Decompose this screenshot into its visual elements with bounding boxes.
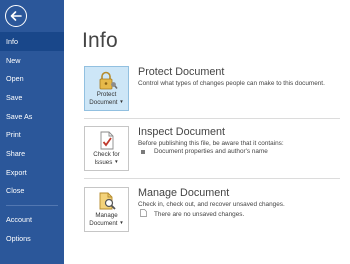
back-arrow-icon xyxy=(10,11,22,21)
protect-document-button[interactable]: Protect Document ▼ xyxy=(84,66,129,111)
inspect-document-description: Before publishing this file, be aware th… xyxy=(138,140,284,147)
section-divider xyxy=(84,118,340,119)
backstage-nav: Info New Open Save Save As Print Share E… xyxy=(0,0,64,264)
nav-item-export[interactable]: Export xyxy=(0,163,64,182)
back-button[interactable] xyxy=(5,5,27,27)
manage-note-text: There are no unsaved changes. xyxy=(154,210,245,218)
nav-item-print[interactable]: Print xyxy=(0,125,64,144)
document-icon xyxy=(140,209,147,219)
nav-item-options[interactable]: Options xyxy=(0,229,64,248)
bullet-square-icon xyxy=(141,149,145,154)
protect-document-description: Control what types of changes people can… xyxy=(138,80,325,87)
manage-document-title: Manage Document xyxy=(138,187,230,199)
check-for-issues-label: Check for Issues ▼ xyxy=(93,151,120,167)
nav-item-save-as[interactable]: Save As xyxy=(0,107,64,126)
nav-item-open[interactable]: Open xyxy=(0,69,64,88)
nav-item-new[interactable]: New xyxy=(0,51,64,70)
section-divider xyxy=(84,178,340,179)
nav-divider xyxy=(6,205,58,206)
document-checkmark-icon xyxy=(99,131,115,150)
manage-note: There are no unsaved changes. xyxy=(138,209,244,219)
manage-document-description: Check in, check out, and recover unsaved… xyxy=(138,201,285,208)
nav-item-close[interactable]: Close xyxy=(0,181,64,200)
inspect-bullet: Document properties and author's name xyxy=(138,148,268,155)
manage-document-label: Manage Document ▼ xyxy=(89,212,124,228)
inspect-document-title: Inspect Document xyxy=(138,126,226,138)
nav-item-save[interactable]: Save xyxy=(0,88,64,107)
protect-document-title: Protect Document xyxy=(138,66,225,78)
nav-item-account[interactable]: Account xyxy=(0,210,64,229)
inspect-bullet-text: Document properties and author's name xyxy=(154,148,268,155)
nav-item-info[interactable]: Info xyxy=(0,32,64,51)
document-magnifier-icon xyxy=(97,192,117,211)
manage-document-button[interactable]: Manage Document ▼ xyxy=(84,187,129,232)
protect-document-label: Protect Document ▼ xyxy=(89,91,124,107)
lock-key-icon xyxy=(96,71,118,90)
nav-item-share[interactable]: Share xyxy=(0,144,64,163)
page-title: Info xyxy=(82,29,118,52)
check-for-issues-button[interactable]: Check for Issues ▼ xyxy=(84,126,129,171)
